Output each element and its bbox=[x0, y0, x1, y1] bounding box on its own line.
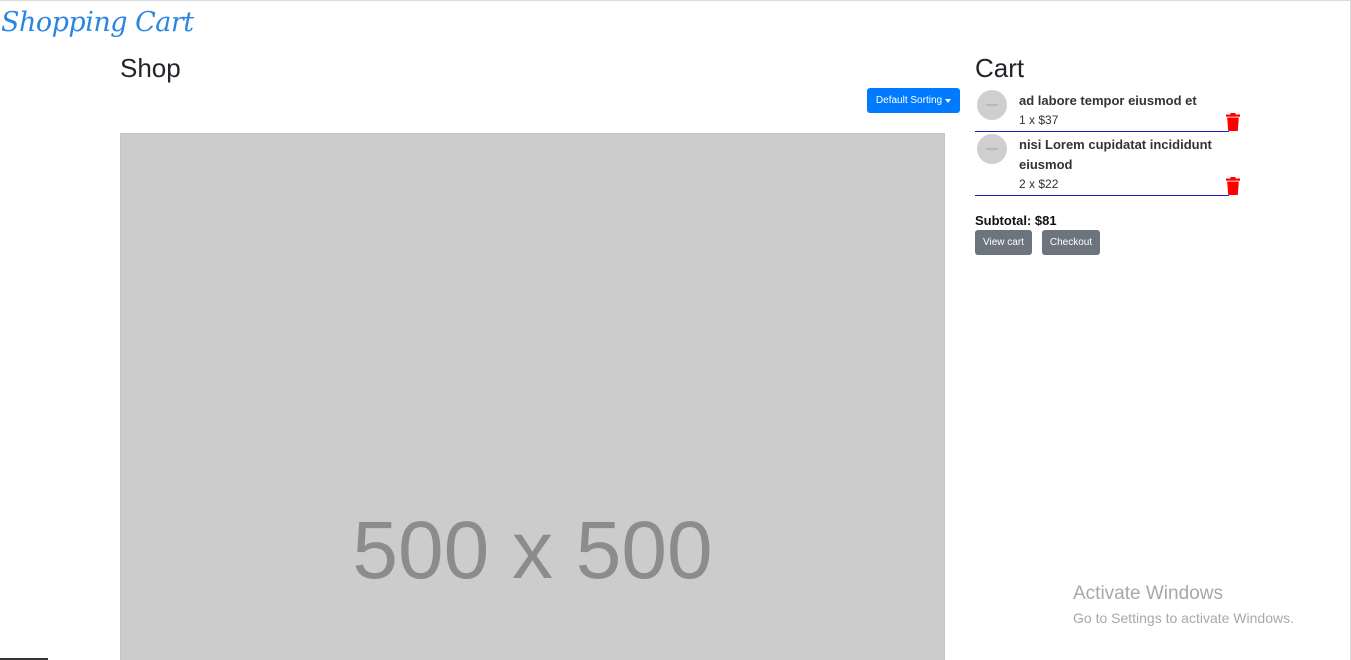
view-cart-button[interactable]: View cart bbox=[975, 230, 1032, 255]
caret-down-icon bbox=[945, 99, 952, 103]
trash-icon[interactable] bbox=[1226, 177, 1240, 195]
cart-item: nisi Lorem cupidatat incididunt eiusmod … bbox=[975, 134, 1229, 196]
checkout-button[interactable]: Checkout bbox=[1042, 230, 1100, 255]
cart-item-name: ad labore tempor eiusmod et bbox=[1019, 93, 1197, 108]
cart-title: Cart bbox=[975, 53, 1025, 83]
cart-item-qty-price: 1 x $37 bbox=[1019, 113, 1059, 127]
windows-activation-watermark: Activate Windows Go to Settings to activ… bbox=[1073, 583, 1294, 626]
sort-dropdown-button[interactable]: Default Sorting bbox=[867, 88, 960, 113]
cart-item-thumbnail bbox=[977, 134, 1007, 164]
watermark-title: Activate Windows bbox=[1073, 583, 1223, 604]
shop-title: Shop bbox=[120, 53, 181, 83]
cart-item-qty-price: 2 x $22 bbox=[1019, 177, 1059, 191]
product-image-placeholder-text: 500 x 500 bbox=[352, 505, 713, 596]
cart-item-name: nisi Lorem cupidatat incididunt eiusmod bbox=[1019, 137, 1212, 172]
sort-dropdown-label: Default Sorting bbox=[875, 95, 943, 106]
brand-logo[interactable]: Shopping Cart bbox=[1, 7, 194, 38]
cart-item: ad labore tempor eiusmod et 1 x $37 bbox=[975, 90, 1229, 132]
watermark-subtitle: Go to Settings to activate Windows. bbox=[1073, 610, 1294, 626]
page: Shopping Cart Shop Default Sorting 500 x… bbox=[0, 0, 1351, 660]
trash-icon[interactable] bbox=[1226, 113, 1240, 131]
product-image[interactable]: 500 x 500 bbox=[120, 133, 945, 660]
cart-item-thumbnail bbox=[977, 90, 1007, 120]
cart-subtotal: Subtotal: $81 bbox=[975, 213, 1057, 228]
